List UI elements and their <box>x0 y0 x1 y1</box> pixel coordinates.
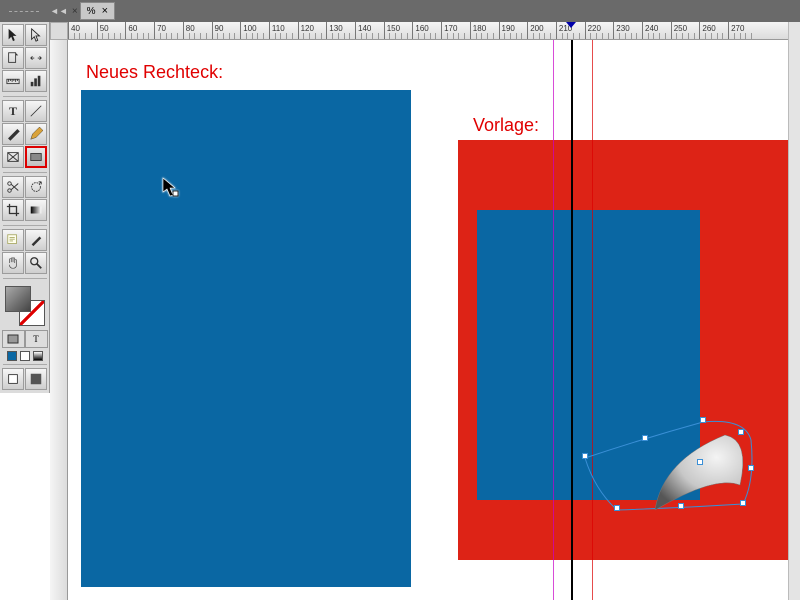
ruler-position-marker <box>566 22 576 28</box>
selection-handle[interactable] <box>582 453 588 459</box>
selection-handle[interactable] <box>697 459 703 465</box>
free-transform-tool[interactable] <box>25 176 47 198</box>
selection-handle[interactable] <box>700 417 706 423</box>
frame-tool[interactable] <box>2 146 24 168</box>
type-tool[interactable]: T <box>2 100 24 122</box>
zoom-tool[interactable] <box>25 252 47 274</box>
tab-zoom-value: % <box>87 6 96 17</box>
apply-color-swatch[interactable] <box>7 351 17 361</box>
selection-handle[interactable] <box>748 465 754 471</box>
note-tool[interactable] <box>2 229 24 251</box>
fill-stroke-indicator[interactable] <box>5 286 45 326</box>
rectangle-tool[interactable] <box>25 146 47 168</box>
new-rectangle-shape[interactable] <box>81 90 411 587</box>
selection-handle[interactable] <box>738 429 744 435</box>
fill-swatch[interactable] <box>5 286 31 312</box>
annotation-template: Vorlage: <box>473 115 539 136</box>
selection-tool[interactable] <box>2 24 24 46</box>
vertical-scrollbar[interactable] <box>788 22 800 600</box>
page-curl-object[interactable] <box>585 390 753 510</box>
selection-handle[interactable] <box>740 500 746 506</box>
annotation-new-rect: Neues Rechteck: <box>86 62 223 83</box>
canvas-area[interactable]: Neues Rechteck: Vorlage: <box>68 40 788 600</box>
close-icon[interactable]: × <box>102 5 108 17</box>
formatting-text-btn[interactable]: T <box>25 330 48 348</box>
direct-selection-tool[interactable] <box>25 24 47 46</box>
pen-tool[interactable] <box>2 123 24 145</box>
view-mode-preview[interactable] <box>25 368 47 390</box>
selection-handle[interactable] <box>642 435 648 441</box>
document-tab[interactable]: % × <box>80 2 115 20</box>
vertical-ruler[interactable] <box>50 40 68 600</box>
apply-swatch-row <box>7 351 43 361</box>
scissors-tool[interactable] <box>2 176 24 198</box>
formatting-container-btn[interactable] <box>2 330 25 348</box>
vertical-guide-black[interactable] <box>571 40 573 600</box>
tab-close-x[interactable]: × <box>72 6 78 17</box>
pencil-tool[interactable] <box>25 123 47 145</box>
vertical-guide-magenta[interactable] <box>553 40 554 600</box>
page-tool[interactable] <box>2 47 24 69</box>
chart-tool-icon[interactable] <box>25 70 47 92</box>
horizontal-ruler[interactable]: 4050607080901001101201301401501601701801… <box>68 22 788 40</box>
nav-arrows-icon[interactable]: ◄◄ <box>50 6 68 16</box>
crop-tool-icon[interactable] <box>2 199 24 221</box>
view-mode-normal[interactable] <box>2 368 24 390</box>
hand-tool[interactable] <box>2 252 24 274</box>
mouse-cursor-icon <box>162 177 176 197</box>
panel-drag-handle[interactable] <box>4 8 44 14</box>
apply-none-swatch[interactable] <box>20 351 30 361</box>
tools-panel: T T <box>0 22 50 393</box>
ruler-origin[interactable] <box>50 22 68 40</box>
tab-bar: ◄◄ × % × <box>0 0 800 22</box>
selection-handle[interactable] <box>614 505 620 511</box>
ruler-tool-icon[interactable] <box>2 70 24 92</box>
line-tool[interactable] <box>25 100 47 122</box>
gradient-tool[interactable] <box>25 199 47 221</box>
gap-tool[interactable] <box>25 47 47 69</box>
eyedropper-tool[interactable] <box>25 229 47 251</box>
selection-handle[interactable] <box>678 503 684 509</box>
apply-gradient-swatch[interactable] <box>33 351 43 361</box>
